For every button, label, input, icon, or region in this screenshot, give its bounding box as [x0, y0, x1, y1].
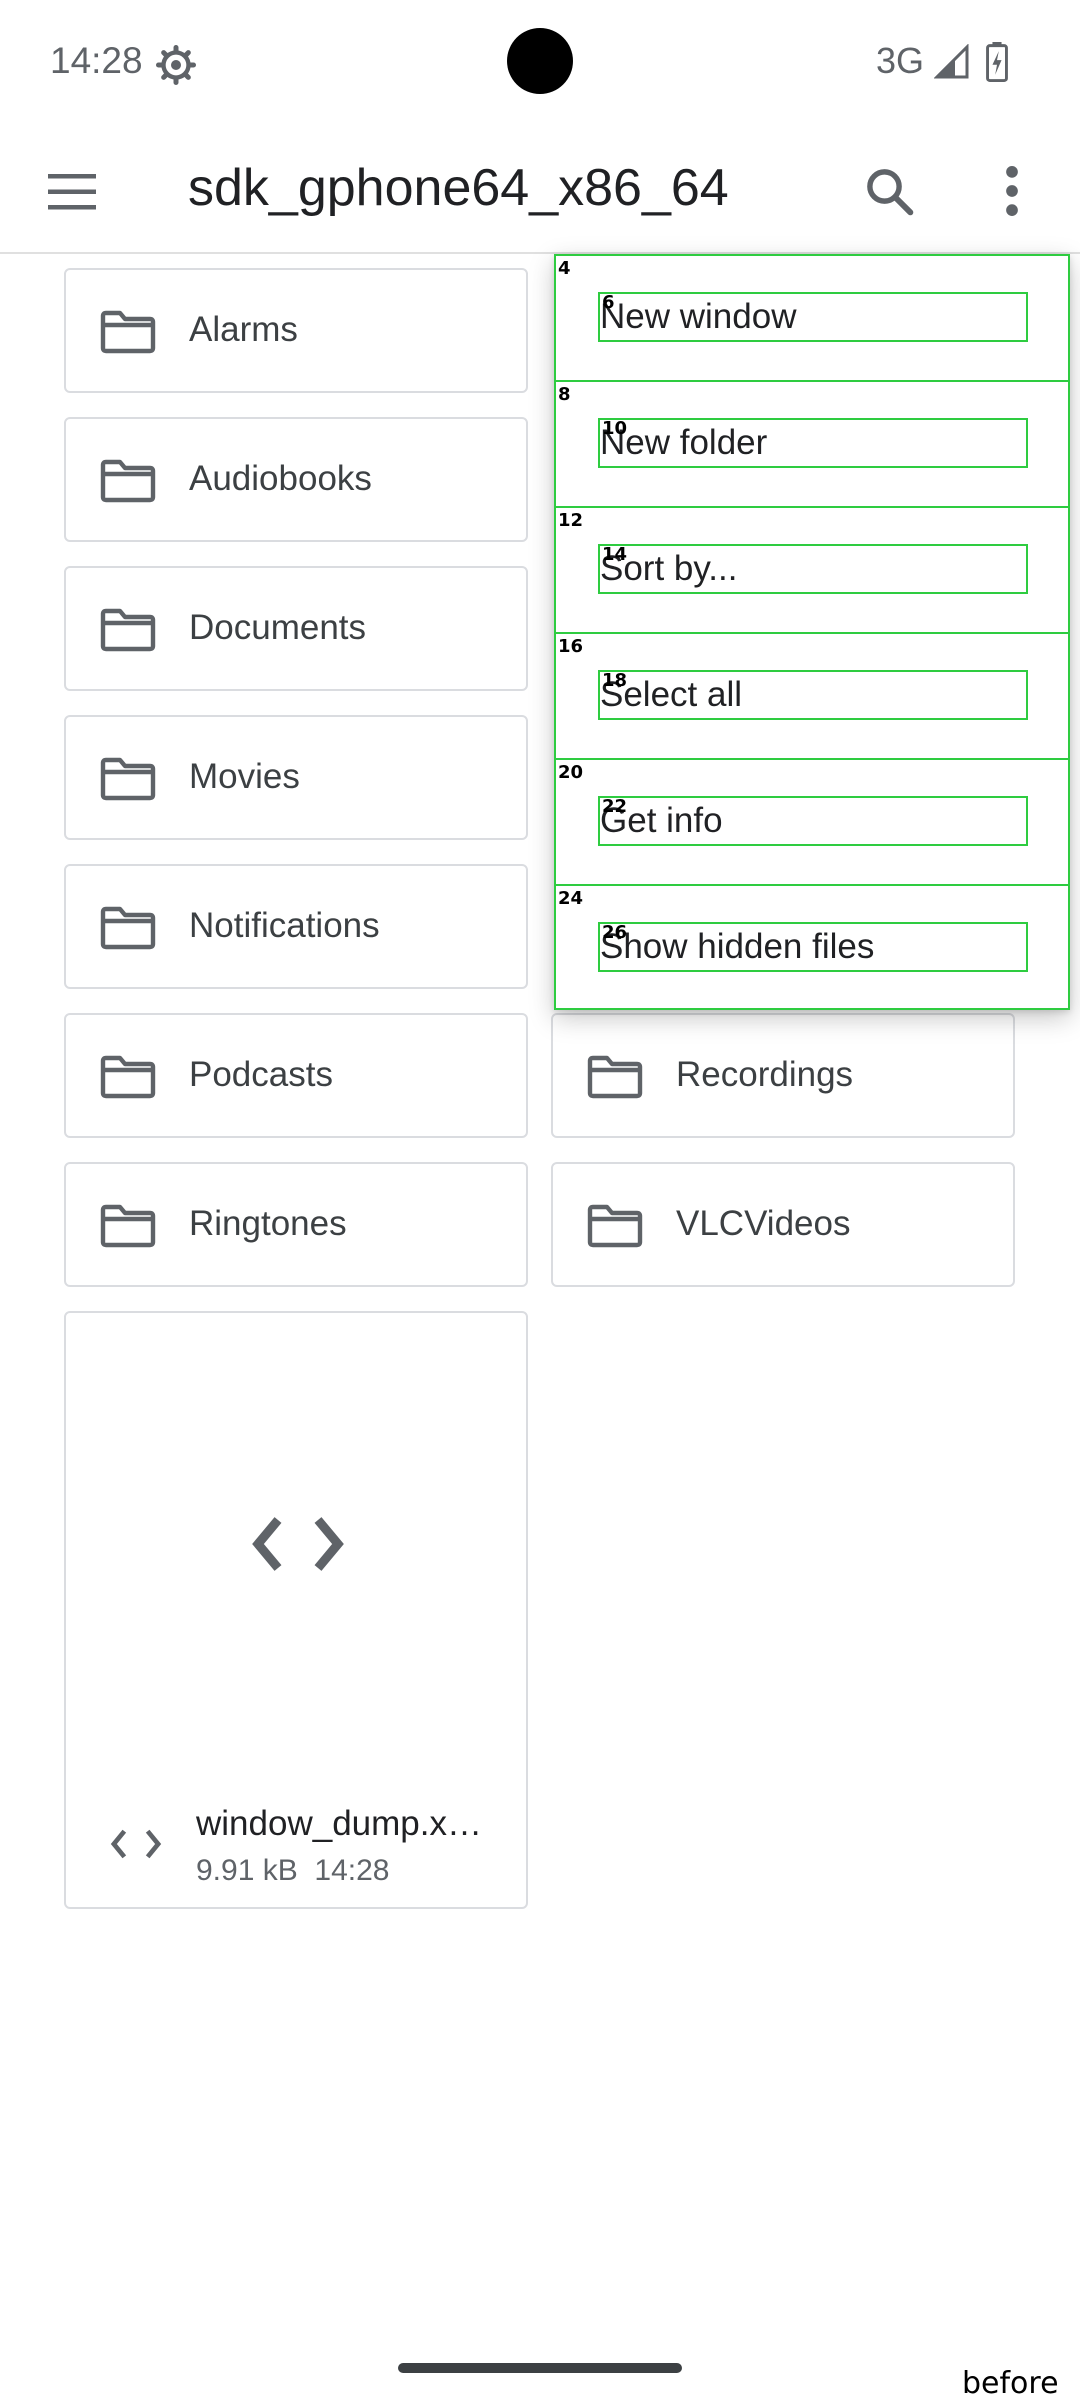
file-meta: 9.91 kB 14:28 [196, 1854, 389, 1888]
more-options-icon[interactable] [1000, 164, 1024, 218]
annotation-marker: 6 [602, 292, 615, 313]
folder-item[interactable]: VLCVideos [551, 1162, 1015, 1287]
battery-icon [986, 42, 1008, 82]
folder-icon [587, 1204, 643, 1248]
folder-item[interactable]: Podcasts [64, 1013, 528, 1138]
folder-label: VLCVideos [676, 1204, 851, 1243]
folder-label: Recordings [676, 1055, 854, 1094]
annotation-marker: 16 [558, 636, 584, 657]
signal-icon [934, 44, 969, 79]
folder-icon [100, 906, 156, 950]
folder-label: Movies [189, 757, 300, 796]
folder-item[interactable]: Documents [64, 566, 528, 691]
menu-item-label: 14 Sort by... [598, 544, 1028, 594]
menu-item-new-folder[interactable]: 8 10 New folder [556, 382, 1068, 508]
network-type: 3G [876, 40, 925, 81]
overflow-menu: 4 6 New window 8 10 New folder 12 14 Sor… [554, 254, 1070, 1010]
folder-label: Notifications [189, 906, 380, 945]
file-size: 9.91 kB [196, 1854, 298, 1887]
folder-item[interactable]: Ringtones [64, 1162, 528, 1287]
menu-item-new-window[interactable]: 4 6 New window [556, 256, 1068, 382]
file-name: window_dump.x… [196, 1804, 482, 1843]
search-icon[interactable] [862, 164, 916, 218]
menu-item-show-hidden-files[interactable]: 24 26 Show hidden files [556, 886, 1068, 1012]
folder-item[interactable]: Notifications [64, 864, 528, 989]
annotation-marker: 14 [602, 544, 628, 565]
code-type-icon [110, 1829, 162, 1859]
folder-item[interactable]: Audiobooks [64, 417, 528, 542]
annotation-marker: 12 [558, 510, 584, 531]
folder-icon [100, 310, 156, 354]
menu-item-get-info[interactable]: 20 22 Get info [556, 760, 1068, 886]
menu-item-label: 6 New window [598, 292, 1028, 342]
file-time: 14:28 [314, 1854, 390, 1887]
folder-item[interactable]: Alarms [64, 268, 528, 393]
folder-item[interactable]: Recordings [551, 1013, 1015, 1138]
annotation-marker: 26 [602, 922, 628, 943]
folder-icon [100, 1055, 156, 1099]
hamburger-menu-icon[interactable] [46, 170, 100, 214]
annotation-marker: 24 [558, 888, 584, 909]
folder-label: Ringtones [189, 1204, 347, 1243]
folder-label: Podcasts [189, 1055, 333, 1094]
annotation-marker: 8 [558, 384, 571, 405]
menu-item-select-all[interactable]: 16 18 Select all [556, 634, 1068, 760]
folder-icon [587, 1055, 643, 1099]
folder-icon [100, 608, 156, 652]
camera-cutout [507, 28, 573, 94]
status-time: 14:28 [50, 40, 143, 81]
folder-icon [100, 459, 156, 503]
annotation-marker: 10 [602, 418, 628, 439]
folder-item[interactable]: Movies [64, 715, 528, 840]
folder-label: Documents [189, 608, 367, 647]
folder-icon [100, 757, 156, 801]
menu-label-text: New window [600, 297, 797, 336]
caption-label: before [962, 2366, 1059, 2401]
gesture-nav-handle[interactable] [398, 2363, 682, 2373]
folder-icon [100, 1204, 156, 1248]
menu-item-label: 18 Select all [598, 670, 1028, 720]
annotation-marker: 18 [602, 670, 628, 691]
menu-label-text: Show hidden files [600, 927, 875, 966]
code-file-icon [252, 1517, 344, 1571]
annotation-marker: 4 [558, 258, 571, 279]
annotation-marker: 20 [558, 762, 584, 783]
menu-item-label: 26 Show hidden files [598, 922, 1028, 972]
folder-label: Audiobooks [189, 459, 372, 498]
annotation-marker: 22 [602, 796, 628, 817]
menu-item-sort-by[interactable]: 12 14 Sort by... [556, 508, 1068, 634]
menu-item-label: 10 New folder [598, 418, 1028, 468]
menu-item-label: 22 Get info [598, 796, 1028, 846]
settings-gear-icon [156, 45, 196, 85]
folder-label: Alarms [189, 310, 298, 349]
page-title: sdk_gphone64_x86_64 [188, 159, 729, 217]
